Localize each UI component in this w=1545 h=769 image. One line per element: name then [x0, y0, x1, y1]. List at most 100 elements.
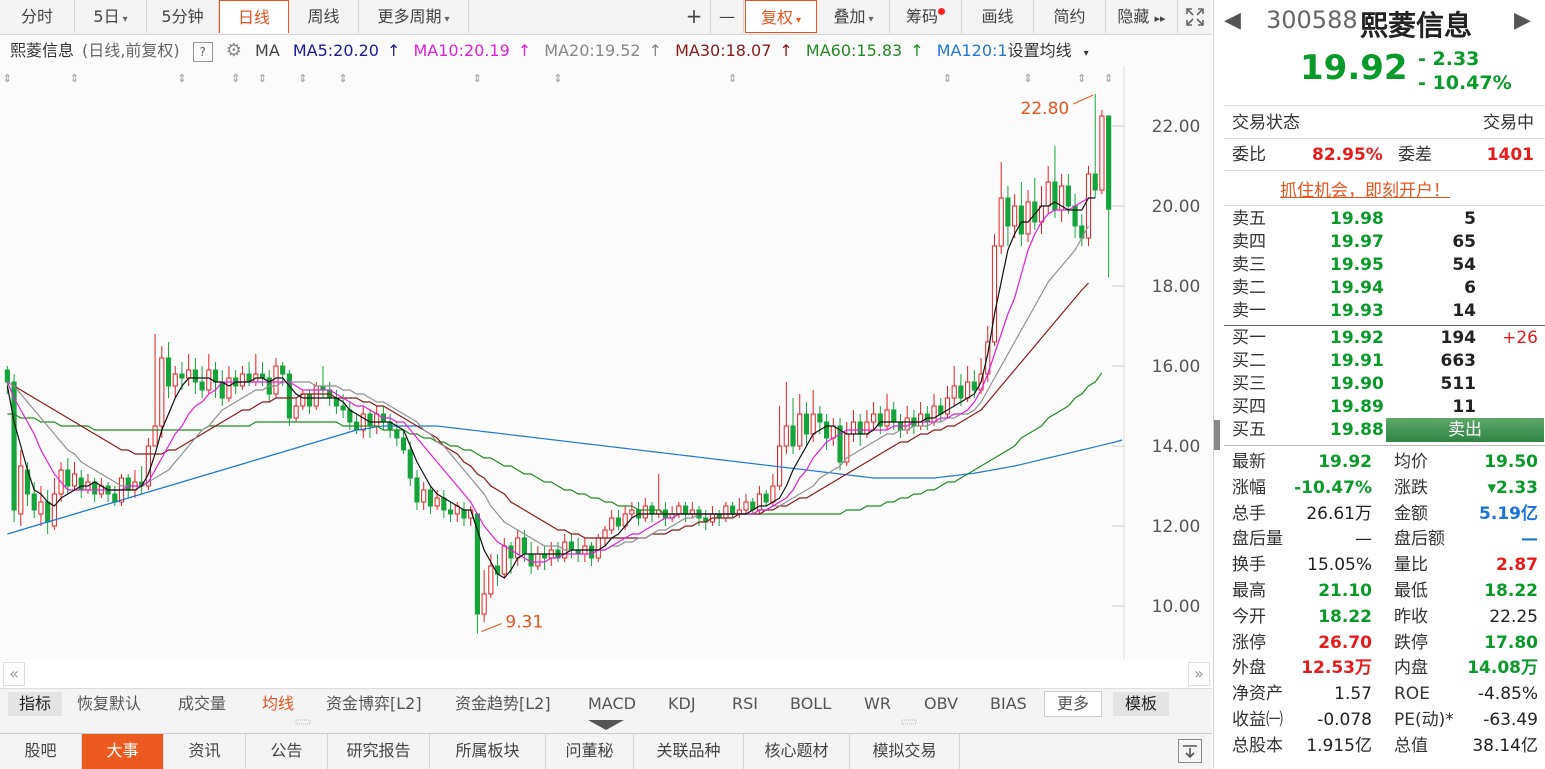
- indicator-wr[interactable]: WR: [864, 692, 891, 716]
- weibi-row: 委比 82.95% 委差 1401: [1232, 144, 1540, 166]
- stat-value: 15.05%: [1307, 555, 1372, 576]
- simple-button[interactable]: 简约: [1034, 0, 1106, 33]
- weibi-value: 82.95%: [1312, 145, 1383, 165]
- gear-icon[interactable]: ⚙: [226, 40, 242, 61]
- chips-button[interactable]: 筹码: [890, 0, 962, 33]
- adjust-dropdown[interactable]: 复权 ▾: [745, 0, 817, 33]
- tab-events[interactable]: 大事: [82, 734, 164, 769]
- indicator-more-button[interactable]: 更多: [1044, 691, 1102, 717]
- stat-row: 收益㈠ -0.078 PE(动)* -63.49: [1232, 709, 1540, 731]
- indicator-fund-game[interactable]: 资金博弈[L2]: [326, 692, 422, 716]
- tab-related[interactable]: 关联品种: [634, 734, 744, 769]
- next-stock-icon[interactable]: ▶: [1514, 8, 1531, 33]
- fullscreen-button[interactable]: [1178, 0, 1212, 33]
- bid-row[interactable]: 买三 19.90 511: [1232, 373, 1540, 395]
- zoom-in-button[interactable]: +: [678, 0, 711, 33]
- stat-value: 1.915亿: [1306, 735, 1372, 756]
- ma-setting-dropdown[interactable]: 设置均线 ▾: [1008, 41, 1097, 60]
- prev-stock-icon[interactable]: ◀: [1224, 8, 1241, 33]
- candle-body: [447, 509, 454, 515]
- bid-row[interactable]: 买四 19.89 11: [1232, 396, 1540, 418]
- candle: [709, 506, 716, 526]
- bid-row[interactable]: 买二 19.91 663: [1232, 350, 1540, 372]
- candlestick-chart[interactable]: 10.00 12.00 14.00 16.00 18.00 20.00 22.00 22.8…: [0, 66, 1212, 660]
- ma5-line: [6, 197, 1096, 579]
- candle-body: [918, 413, 924, 427]
- tab-daily[interactable]: 日线: [219, 0, 289, 33]
- candle-body: [45, 501, 51, 523]
- ask-row[interactable]: 卖二 19.94 6: [1232, 277, 1540, 299]
- tab-news[interactable]: 资讯: [164, 734, 246, 769]
- scroll-left-button[interactable]: «: [3, 662, 25, 686]
- overlay-dropdown[interactable]: 叠加 ▾: [818, 0, 890, 33]
- draw-button[interactable]: 画线: [962, 0, 1034, 33]
- stat-row: 涨幅 -10.47% 涨跌 ▾2.33: [1232, 477, 1540, 499]
- candle-body: [441, 497, 447, 511]
- stat-row: 涨停 26.70 跌停 17.80: [1232, 632, 1540, 654]
- indicator-reset[interactable]: 恢复默认: [77, 692, 141, 716]
- candle: [4, 366, 10, 394]
- open-account-link[interactable]: 抓住机会，即刻开户！: [1280, 176, 1450, 201]
- bid-price: 19.90: [1330, 374, 1384, 394]
- ask-row[interactable]: 卖四 19.97 65: [1232, 231, 1540, 253]
- indicator-macd[interactable]: MACD: [588, 692, 636, 716]
- candle-body: [340, 405, 346, 411]
- candle-body: [763, 493, 769, 503]
- candle: [11, 374, 17, 522]
- scroll-right-button[interactable]: »: [1188, 662, 1210, 686]
- tab-forum[interactable]: 股吧: [0, 734, 82, 769]
- candle-body: [347, 409, 353, 423]
- stat-row: 换手 15.05% 量比 2.87: [1232, 554, 1540, 576]
- tab-research[interactable]: 研究报告: [328, 734, 430, 769]
- indicator-rsi[interactable]: RSI: [732, 692, 758, 716]
- candle: [1092, 94, 1098, 198]
- indicator-ma[interactable]: 均线: [262, 692, 294, 716]
- indicator-fund-trend[interactable]: 资金趋势[L2]: [455, 692, 551, 716]
- help-icon[interactable]: ?: [192, 42, 213, 62]
- stat-label: 金额: [1394, 503, 1428, 524]
- ask-volume: 14: [1452, 301, 1476, 321]
- zoom-out-button[interactable]: —: [711, 0, 744, 33]
- stat-label: 最低: [1394, 581, 1428, 601]
- candle-body: [871, 413, 877, 423]
- y-tick-label: 12.00: [1152, 517, 1201, 537]
- tab-ask-board[interactable]: 问董秘: [546, 734, 634, 769]
- panel-collapse-handle[interactable]: [1214, 420, 1220, 450]
- event-marker-icon: ⇕: [70, 72, 79, 85]
- tab-intraday[interactable]: 分时: [0, 0, 75, 33]
- sell-button[interactable]: 卖出: [1386, 418, 1544, 442]
- chips-label: 筹码: [905, 7, 938, 26]
- candle: [481, 570, 487, 622]
- candle-body: [360, 413, 366, 431]
- candle: [1085, 166, 1092, 246]
- download-icon[interactable]: [1178, 739, 1202, 763]
- tab-more-periods[interactable]: 更多周期 ▾: [359, 0, 469, 33]
- tab-5min[interactable]: 5分钟: [147, 0, 219, 33]
- stat-value: 22.25: [1489, 606, 1538, 627]
- indicator-kdj[interactable]: KDJ: [668, 692, 696, 716]
- tab-sim-trade[interactable]: 模拟交易: [850, 734, 960, 769]
- tab-sector[interactable]: 所属板块: [430, 734, 546, 769]
- indicator-boll[interactable]: BOLL: [790, 692, 831, 716]
- template-button[interactable]: 模板: [1113, 692, 1169, 716]
- ask-row[interactable]: 卖一 19.93 14: [1232, 300, 1540, 322]
- stat-value: —: [1521, 529, 1538, 550]
- collapse-handle[interactable]: [0, 718, 1212, 733]
- tab-core-themes[interactable]: 核心题材: [744, 734, 850, 769]
- bid-row[interactable]: 买一 19.92 194 +26: [1232, 327, 1540, 349]
- bid-label: 买一: [1232, 328, 1266, 348]
- hide-button[interactable]: 隐藏 ▸▸: [1106, 0, 1178, 33]
- ask-label: 卖一: [1232, 301, 1266, 321]
- indicator-volume[interactable]: 成交量: [178, 692, 226, 716]
- indicator-obv[interactable]: OBV: [924, 692, 958, 716]
- ask-row[interactable]: 卖三 19.95 54: [1232, 254, 1540, 276]
- stat-label: 今开: [1232, 606, 1266, 627]
- tab-weekly[interactable]: 周线: [289, 0, 359, 33]
- tab-5day[interactable]: 5日 ▾: [75, 0, 147, 33]
- candle-body: [461, 509, 467, 519]
- high-label: 22.80: [1021, 99, 1070, 119]
- ask-row[interactable]: 卖五 19.98 5: [1232, 208, 1540, 230]
- indicator-bias[interactable]: BIAS: [990, 692, 1027, 716]
- tab-announcements[interactable]: 公告: [246, 734, 328, 769]
- event-marker-icon: ⇕: [177, 72, 186, 85]
